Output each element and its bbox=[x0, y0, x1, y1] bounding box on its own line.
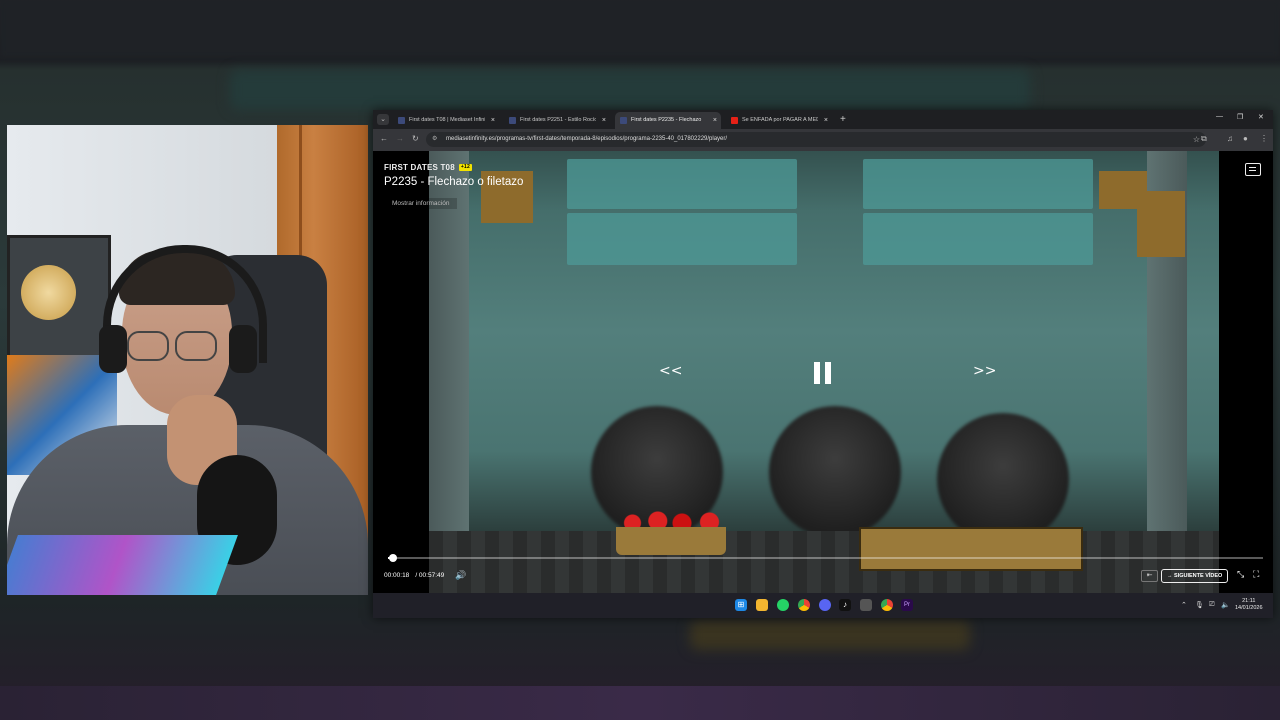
age-rating-badge: +12 bbox=[458, 164, 472, 172]
picture-in-picture-icon[interactable]: ⤡ bbox=[1237, 569, 1244, 580]
tray-chevron-icon[interactable]: ⌃ bbox=[1181, 601, 1187, 609]
scene-ball bbox=[937, 413, 1069, 545]
mediaset-icon bbox=[509, 117, 516, 124]
scene-pillar bbox=[429, 151, 469, 593]
show-info-button[interactable]: Mostrar información bbox=[384, 198, 458, 209]
earcup-left bbox=[99, 325, 127, 373]
tab-bar: ⌄ First dates T08 | Mediaset Infinity × … bbox=[373, 110, 1273, 129]
tab-title: Se ENFADA por PAGAR A MEDIAS bbox=[742, 117, 818, 123]
kebab-menu-icon[interactable]: ⋮ bbox=[1260, 134, 1268, 143]
scene-window bbox=[863, 213, 1093, 265]
tab-first-dates-p2251[interactable]: First dates P2251 - Estilo Rocío × bbox=[504, 112, 610, 129]
elapsed-time: 00:00:18 bbox=[384, 572, 410, 579]
close-tab-icon[interactable]: × bbox=[602, 112, 606, 129]
chrome-icon[interactable] bbox=[798, 599, 810, 611]
webcam-feed bbox=[7, 125, 368, 595]
system-clock[interactable]: 21:11 14/01/2026 bbox=[1235, 598, 1263, 612]
tab-first-dates-p2235[interactable]: First dates P2235 - Flechazo × bbox=[615, 112, 721, 129]
youtube-icon bbox=[731, 117, 738, 124]
scene-floor bbox=[429, 531, 1219, 593]
clock-time: 21:11 bbox=[1242, 598, 1256, 604]
close-tab-icon[interactable]: × bbox=[491, 112, 495, 129]
clock-date: 14/01/2026 bbox=[1235, 605, 1263, 611]
close-tab-icon[interactable]: × bbox=[713, 112, 717, 129]
arrow-right-icon: → bbox=[1167, 573, 1173, 579]
glasses bbox=[127, 331, 217, 361]
pause-button[interactable] bbox=[814, 362, 832, 384]
tab-search-button[interactable]: ⌄ bbox=[377, 114, 389, 125]
laptop-screen bbox=[7, 535, 238, 595]
tab-first-dates-t08[interactable]: First dates T08 | Mediaset Infinity × bbox=[393, 112, 499, 129]
fast-forward-button[interactable]: >> bbox=[973, 363, 996, 379]
address-bar-row: ← → ↻ ⚙ mediasetinfinity.es/programas-tv… bbox=[373, 129, 1273, 151]
url-text: mediasetinfinity.es/programas-tv/first-d… bbox=[446, 136, 728, 142]
rewind-button[interactable]: << bbox=[659, 363, 682, 379]
extensions-icon[interactable]: ⧉ bbox=[1201, 134, 1207, 144]
chrome-alt-icon[interactable] bbox=[881, 599, 893, 611]
scene-ball bbox=[769, 406, 901, 538]
progress-handle[interactable] bbox=[389, 554, 398, 562]
windows-taskbar: ⊞ ♪ Pr ⌃ 🎙 ⎚ 🔈 21:11 14/01/2026 bbox=[373, 593, 1273, 618]
blurred-panel bbox=[230, 70, 1030, 110]
blurred-top-bar bbox=[0, 0, 1280, 58]
mediaset-icon bbox=[398, 117, 405, 124]
total-time: / 00:57:49 bbox=[415, 572, 445, 579]
scene-window bbox=[567, 159, 797, 209]
url-field[interactable]: ⚙ mediasetinfinity.es/programas-tv/first… bbox=[426, 132, 1206, 147]
premiere-icon[interactable]: Pr bbox=[901, 599, 913, 611]
file-explorer-icon[interactable] bbox=[756, 599, 768, 611]
scene-box bbox=[1137, 191, 1185, 257]
bookmark-star-icon[interactable]: ☆ bbox=[1193, 132, 1200, 147]
scene-window bbox=[863, 159, 1093, 209]
site-info-icon[interactable]: ⚙ bbox=[432, 132, 437, 147]
discord-icon[interactable] bbox=[819, 599, 831, 611]
earcup-right bbox=[229, 325, 257, 373]
progress-bar[interactable] bbox=[388, 554, 1263, 562]
blurred-panel bbox=[690, 620, 970, 650]
scene-basket bbox=[616, 527, 726, 555]
fullscreen-icon[interactable]: ⛶ bbox=[1253, 569, 1259, 580]
media-controls-icon[interactable]: ♫ bbox=[1227, 134, 1233, 143]
network-icon[interactable]: ⎚ bbox=[1209, 601, 1215, 609]
tab-youtube-video[interactable]: Se ENFADA por PAGAR A MEDIAS × bbox=[726, 112, 832, 129]
tiktok-icon[interactable]: ♪ bbox=[839, 599, 851, 611]
windows-icon[interactable]: ⊞ bbox=[735, 599, 747, 611]
tab-title: First dates P2251 - Estilo Rocío bbox=[520, 117, 596, 123]
microphone-icon[interactable]: 🎙 bbox=[1195, 601, 1204, 609]
scene-window bbox=[567, 213, 797, 265]
previous-video-button[interactable]: ⇤ bbox=[1141, 570, 1158, 582]
episode-title: P2235 - Flechazo o filetazo bbox=[384, 176, 524, 188]
tab-title: First dates P2235 - Flechazo bbox=[631, 117, 702, 123]
next-video-label: SIGUIENTE VÍDEO bbox=[1174, 573, 1223, 579]
whatsapp-icon[interactable] bbox=[777, 599, 789, 611]
video-player[interactable]: FIRST DATES T08 +12 P2235 - Flechazo o fi… bbox=[373, 151, 1273, 593]
snipping-tool-icon[interactable] bbox=[860, 599, 872, 611]
subtitles-icon[interactable] bbox=[1245, 163, 1261, 176]
volume-icon[interactable]: 🔊 bbox=[455, 570, 466, 581]
minimize-button[interactable]: — bbox=[1216, 113, 1223, 120]
mediaset-icon bbox=[620, 117, 627, 124]
show-title: FIRST DATES T08 +12 bbox=[384, 163, 472, 172]
speaker-icon[interactable]: 🔈 bbox=[1221, 601, 1230, 609]
next-video-button[interactable]: → SIGUIENTE VÍDEO bbox=[1161, 569, 1229, 583]
show-name: FIRST DATES T08 bbox=[384, 163, 455, 172]
tab-title: First dates T08 | Mediaset Infinity bbox=[409, 117, 485, 123]
back-icon[interactable]: ← bbox=[380, 134, 388, 143]
profile-avatar-icon[interactable]: ● bbox=[1243, 134, 1248, 143]
scene-crate bbox=[859, 527, 1083, 571]
close-tab-icon[interactable]: × bbox=[824, 112, 828, 129]
browser-window: ⌄ First dates T08 | Mediaset Infinity × … bbox=[373, 110, 1273, 618]
forward-icon[interactable]: → bbox=[396, 134, 404, 143]
close-window-button[interactable]: ✕ bbox=[1258, 113, 1264, 121]
time-display: 00:00:18 / 00:57:49 bbox=[384, 572, 444, 579]
new-tab-button[interactable]: + bbox=[840, 112, 846, 127]
play-button-plaque bbox=[21, 265, 76, 320]
reload-icon[interactable]: ↻ bbox=[412, 134, 419, 143]
maximize-button[interactable]: ❐ bbox=[1237, 113, 1243, 121]
blurred-taskbar bbox=[0, 686, 1280, 720]
